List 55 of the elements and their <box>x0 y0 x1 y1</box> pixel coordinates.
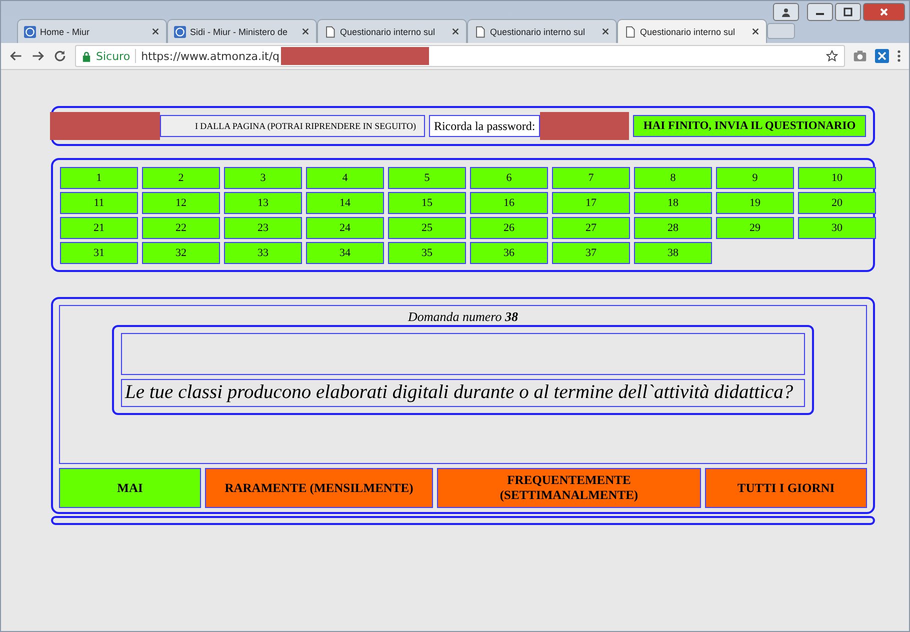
question-number-button[interactable]: 13 <box>224 192 302 214</box>
question-number-button[interactable]: 36 <box>470 242 548 264</box>
question-number-button[interactable]: 7 <box>552 167 630 189</box>
question-number-button[interactable]: 35 <box>388 242 466 264</box>
question-number-button[interactable]: 5 <box>388 167 466 189</box>
question-number-button[interactable]: 23 <box>224 217 302 239</box>
question-number-button[interactable]: 10 <box>798 167 876 189</box>
security-label: Sicuro <box>96 50 130 62</box>
answer-button[interactable]: TUTTI I GIORNI <box>705 468 867 508</box>
question-number-button[interactable]: 24 <box>306 217 384 239</box>
question-number-button[interactable]: 19 <box>716 192 794 214</box>
question-number-button[interactable]: 26 <box>470 217 548 239</box>
question-number-button[interactable]: 20 <box>798 192 876 214</box>
browser-tab[interactable]: Home - Miur <box>17 19 167 43</box>
question-number-button[interactable]: 21 <box>60 217 138 239</box>
question-number-button[interactable]: 38 <box>634 242 712 264</box>
browser-tab[interactable]: Questionario interno sul <box>317 19 467 43</box>
question-number-button[interactable]: 28 <box>634 217 712 239</box>
answer-button[interactable]: FREQUENTEMENTE (SETTIMANALMENTE) <box>437 468 701 508</box>
question-number-button[interactable]: 30 <box>798 217 876 239</box>
address-field[interactable]: Sicuro https://www.atmonza.it/q <box>75 45 845 67</box>
browser-tab[interactable]: Sidi - Miur - Ministero de <box>167 19 317 43</box>
password-field[interactable]: Ricorda la password: <box>428 115 540 137</box>
question-number-button[interactable]: 8 <box>634 167 712 189</box>
question-number-button[interactable]: 15 <box>388 192 466 214</box>
question-number-button[interactable]: 6 <box>470 167 548 189</box>
answer-button[interactable]: RARAMENTE (MENSILMENTE) <box>205 468 433 508</box>
question-number-button[interactable]: 17 <box>552 192 630 214</box>
question-number-button[interactable]: 34 <box>306 242 384 264</box>
question-number-button[interactable]: 11 <box>60 192 138 214</box>
question-number-button[interactable]: 25 <box>388 217 466 239</box>
question-number-button[interactable]: 32 <box>142 242 220 264</box>
url-text: https://www.atmonza.it/q <box>141 50 280 62</box>
question-number-button[interactable]: 16 <box>470 192 548 214</box>
question-number-button[interactable]: 3 <box>224 167 302 189</box>
question-number-button[interactable]: 22 <box>142 217 220 239</box>
browser-tab[interactable]: Questionario interno sul <box>467 19 617 43</box>
question-number-button[interactable]: 1 <box>60 167 138 189</box>
exit-button[interactable]: I DALLA PAGINA (POTRAI RIPRENDERE IN SEGUITO) <box>160 115 425 137</box>
submit-button[interactable]: HAI FINITO, INVIA IL QUESTIONARIO <box>633 115 866 137</box>
browser-tab[interactable]: Questionario interno sul <box>617 19 767 43</box>
question-heading: Domanda numero 38 <box>408 309 518 325</box>
question-text: Le tue classi producono elaborati digitali durante o al termine dell`attività didattica? <box>121 379 805 407</box>
question-number-button[interactable]: 18 <box>634 192 712 214</box>
question-number-button[interactable]: 31 <box>60 242 138 264</box>
question-number-button[interactable]: 9 <box>716 167 794 189</box>
answer-button[interactable]: MAI <box>59 468 201 508</box>
question-number-button[interactable]: 12 <box>142 192 220 214</box>
question-number-button[interactable]: 27 <box>552 217 630 239</box>
question-number-button[interactable]: 37 <box>552 242 630 264</box>
question-number-button[interactable]: 2 <box>142 167 220 189</box>
question-number-button[interactable]: 33 <box>224 242 302 264</box>
question-number-button[interactable]: 14 <box>306 192 384 214</box>
question-number-button[interactable]: 4 <box>306 167 384 189</box>
question-number-button[interactable]: 29 <box>716 217 794 239</box>
